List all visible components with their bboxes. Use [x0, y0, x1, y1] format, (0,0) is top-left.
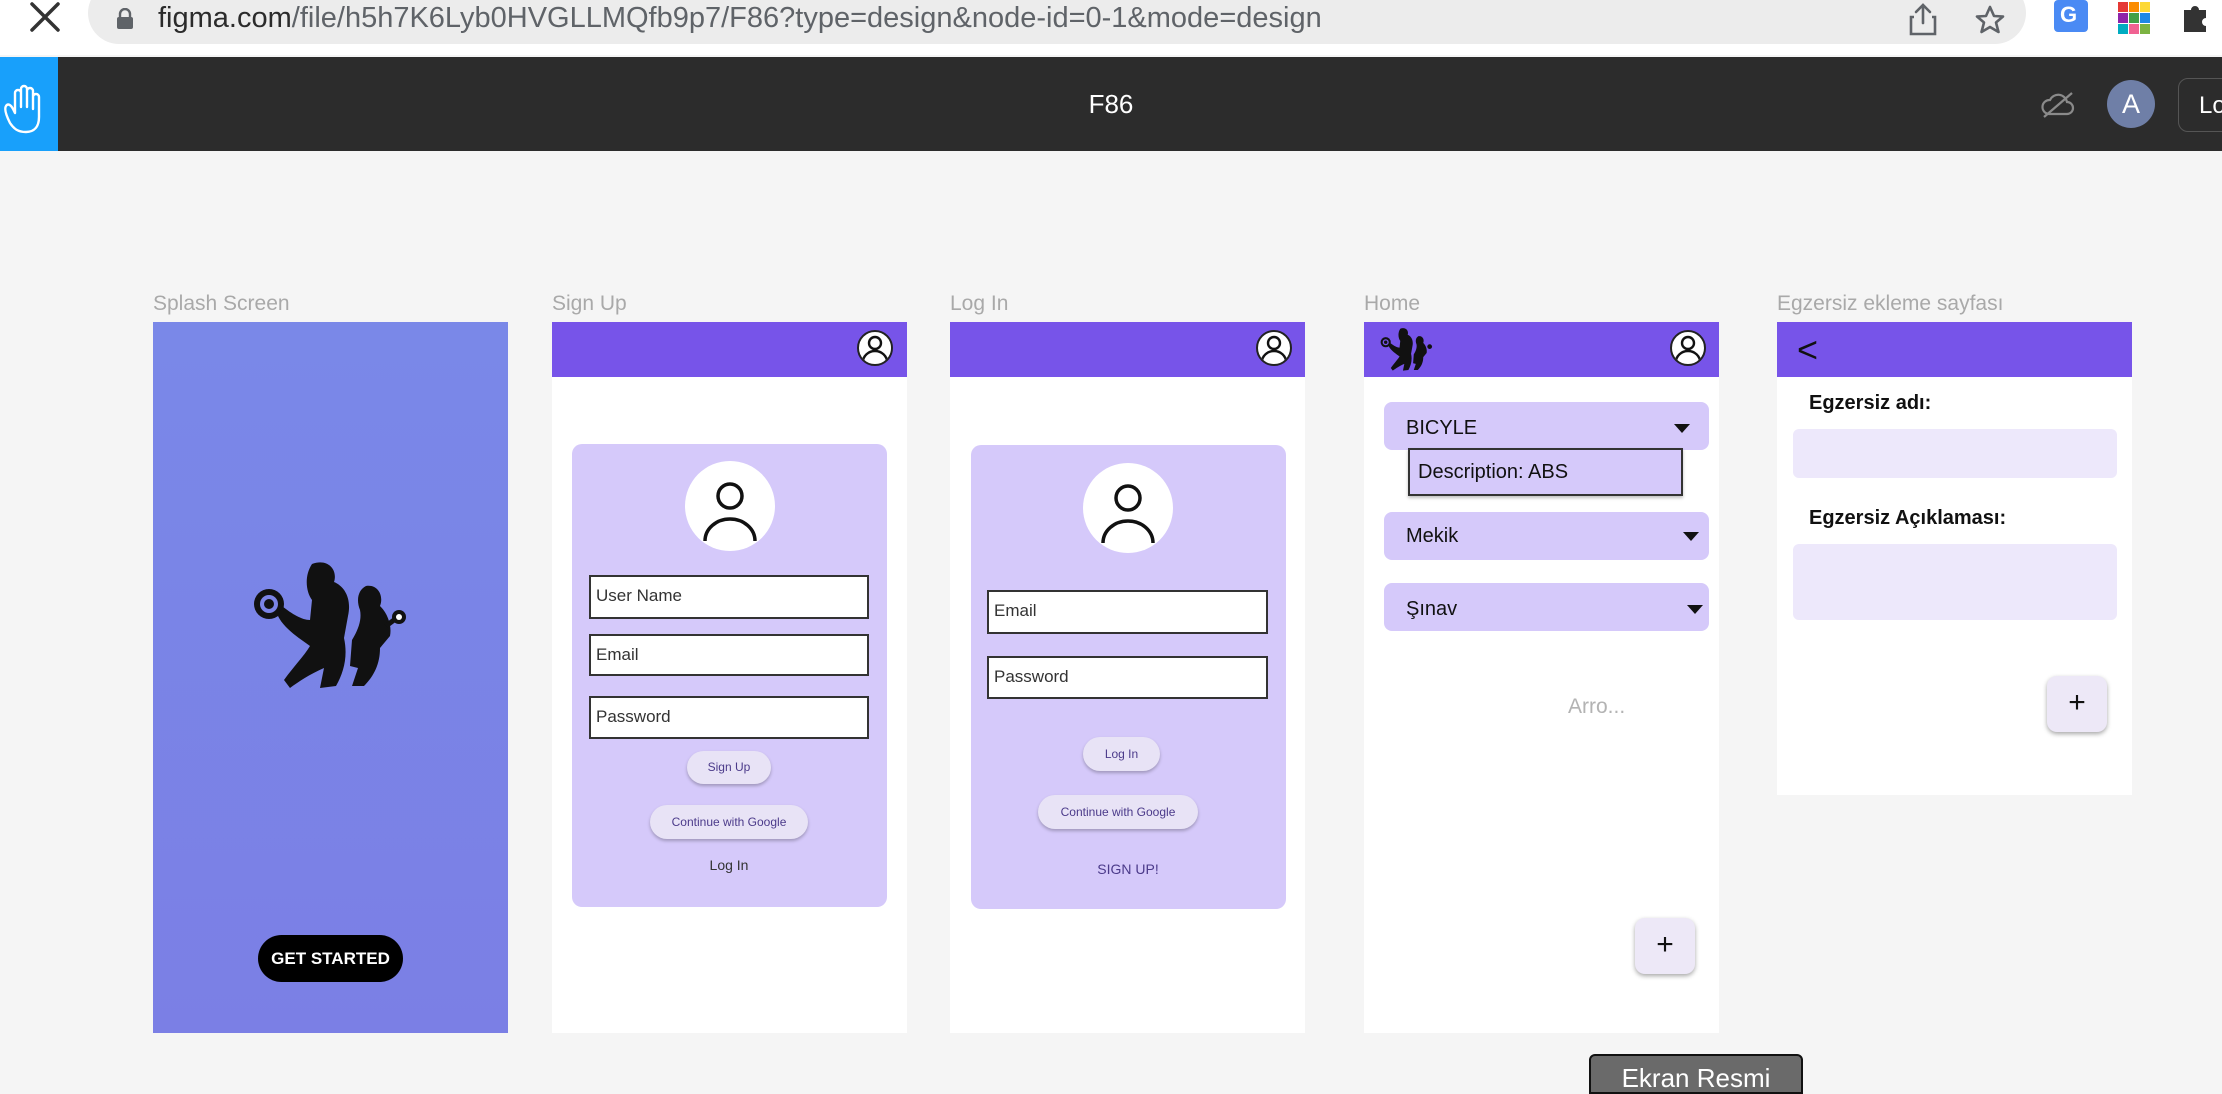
profile-icon[interactable] [1670, 330, 1706, 366]
profile-icon[interactable] [857, 330, 893, 366]
url-text[interactable]: figma.com/file/h5h7K6Lyb0HVGLLMQfb9p7/F8… [158, 0, 1322, 36]
frame-label-add-exercise[interactable]: Egzersiz ekleme sayfası [1777, 292, 2003, 316]
login-button[interactable]: Log In [1083, 737, 1160, 771]
frame-label-splash[interactable]: Splash Screen [153, 292, 290, 316]
chevron-down-icon[interactable] [1674, 424, 1690, 433]
frame-label-signup[interactable]: Sign Up [552, 292, 627, 316]
email-field[interactable]: Email [589, 634, 869, 676]
close-tab-icon[interactable] [28, 0, 64, 36]
avatar-placeholder-icon [1083, 463, 1173, 553]
exercise-name-input[interactable] [1793, 429, 2117, 478]
login-header [950, 322, 1305, 377]
email-field[interactable]: Email [987, 590, 1268, 634]
url-host: figma.com [158, 2, 292, 34]
username-field[interactable]: User Name [589, 575, 869, 619]
avatar-placeholder-icon [685, 461, 775, 551]
exercise-dropdown-bicycle[interactable]: BICYLE [1384, 402, 1709, 450]
translate-extension-icon[interactable]: G [2054, 0, 2088, 32]
exercise-dropdown-sinav[interactable]: Şınav [1384, 583, 1709, 631]
chevron-down-icon[interactable] [1687, 605, 1703, 614]
bookmark-star-icon[interactable] [1974, 4, 2006, 36]
share-page-icon[interactable] [1908, 2, 1938, 36]
signup-link[interactable]: SIGN UP! [1038, 861, 1218, 877]
google-login-button[interactable]: Continue with Google [1038, 795, 1198, 829]
dropdown-label: BICYLE [1406, 417, 1478, 439]
file-title[interactable]: F86 [0, 57, 2222, 151]
password-field[interactable]: Password [589, 696, 869, 739]
signup-button[interactable]: Sign Up [687, 751, 771, 784]
add-button[interactable]: + [1635, 918, 1695, 974]
placeholder-text: Arro... [1568, 695, 1626, 718]
exercise-description-input[interactable] [1793, 544, 2117, 620]
profile-icon[interactable] [1256, 330, 1292, 366]
back-arrow-icon[interactable]: < [1797, 322, 1818, 377]
dropdown-label: Şınav [1406, 598, 1458, 620]
fitness-logo-icon [1380, 328, 1433, 371]
add-exercise-header [1777, 322, 2132, 377]
exercise-name-label: Egzersiz adı: [1809, 392, 1932, 414]
description-box: Description: ABS [1408, 448, 1683, 496]
login-button[interactable]: Lo [2178, 78, 2222, 132]
user-avatar[interactable]: A [2107, 80, 2155, 128]
frame-label-login[interactable]: Log In [950, 292, 1008, 316]
add-button[interactable]: + [2047, 676, 2107, 732]
exercise-description-label: Egzersiz Açıklaması: [1809, 507, 2007, 529]
exercise-dropdown-mekik[interactable]: Mekik [1384, 512, 1709, 560]
lock-icon [117, 8, 133, 29]
fitness-logo-icon [254, 562, 406, 688]
color-extension-icon[interactable] [2118, 2, 2150, 34]
dropdown-label: Mekik [1406, 525, 1459, 547]
google-signup-button[interactable]: Continue with Google [650, 805, 808, 839]
password-field[interactable]: Password [987, 656, 1268, 699]
chevron-down-icon[interactable] [1683, 532, 1699, 541]
url-path: /file/h5h7K6Lyb0HVGLLMQfb9p7/F86?type=de… [291, 2, 1322, 34]
login-link[interactable]: Log In [650, 857, 808, 873]
frame-label-home[interactable]: Home [1364, 292, 1420, 316]
signup-header [552, 322, 907, 377]
screenshot-tooltip: Ekran Resmi [1589, 1054, 1803, 1094]
extensions-puzzle-icon[interactable] [2178, 0, 2212, 34]
offline-cloud-icon [2041, 92, 2075, 118]
get-started-button[interactable]: GET STARTED [258, 935, 403, 982]
